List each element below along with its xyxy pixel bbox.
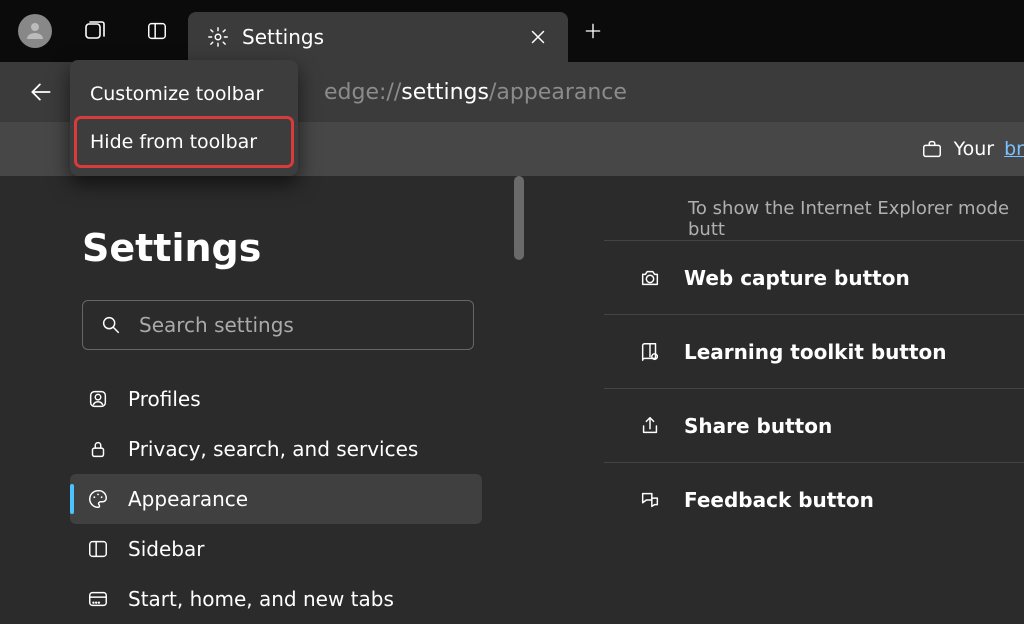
title-bar: Settings: [0, 0, 1024, 62]
scrollbar-thumb[interactable]: [514, 176, 524, 260]
nav-label: Profiles: [128, 387, 201, 411]
back-button[interactable]: [18, 69, 64, 115]
settings-sidebar: Settings Profiles Privacy, search, and s…: [0, 176, 520, 621]
row-share[interactable]: Share button: [604, 388, 1024, 462]
vertical-tabs-button[interactable]: [126, 0, 188, 62]
nav-profiles[interactable]: Profiles: [70, 374, 482, 424]
new-tab-button[interactable]: [568, 21, 618, 41]
row-label: Feedback button: [684, 488, 874, 512]
ctx-hide-from-toolbar[interactable]: Hide from toolbar: [76, 118, 292, 166]
browser-tab[interactable]: Settings: [188, 12, 568, 62]
page-title: Settings: [82, 226, 480, 270]
gear-icon: [206, 25, 230, 49]
close-icon[interactable]: [526, 25, 550, 49]
book-icon: [638, 340, 662, 364]
workspaces-button[interactable]: [64, 0, 126, 62]
nav-label: Privacy, search, and services: [128, 437, 418, 461]
search-input[interactable]: [139, 313, 457, 337]
nav-appearance[interactable]: Appearance: [70, 474, 482, 524]
infobar-text: Your: [954, 138, 995, 160]
search-icon: [99, 313, 123, 337]
window-icon: [86, 587, 110, 611]
row-feedback[interactable]: Feedback button: [604, 462, 1024, 536]
share-icon: [638, 414, 662, 438]
profile-icon: [86, 387, 110, 411]
url-prefix: edge://: [324, 80, 401, 105]
nav-label: Sidebar: [128, 537, 204, 561]
main-panel: To show the Internet Explorer mode butt …: [604, 176, 1024, 621]
infobar-link[interactable]: br: [1004, 138, 1024, 160]
profile-avatar[interactable]: [18, 14, 52, 48]
lock-icon: [86, 437, 110, 461]
feedback-icon: [638, 488, 662, 512]
ie-mode-hint: To show the Internet Explorer mode butt: [688, 198, 1024, 240]
row-learning-toolkit[interactable]: Learning toolkit button: [604, 314, 1024, 388]
content-area: Settings Profiles Privacy, search, and s…: [0, 176, 1024, 621]
nav-label: Appearance: [128, 487, 248, 511]
briefcase-icon: [920, 137, 944, 161]
row-web-capture[interactable]: Web capture button: [604, 240, 1024, 314]
camera-icon: [638, 266, 662, 290]
ctx-customize-toolbar[interactable]: Customize toolbar: [76, 70, 292, 118]
url-path-bold: settings: [401, 80, 489, 105]
row-label: Learning toolkit button: [684, 340, 947, 364]
url-text[interactable]: edge://settings/appearance: [324, 80, 627, 105]
context-menu: Customize toolbar Hide from toolbar: [70, 60, 298, 176]
nav-privacy[interactable]: Privacy, search, and services: [70, 424, 482, 474]
search-box[interactable]: [82, 300, 474, 350]
nav-label: Start, home, and new tabs: [128, 587, 394, 611]
palette-icon: [86, 487, 110, 511]
tab-title: Settings: [242, 25, 526, 49]
url-suffix: /appearance: [489, 80, 627, 105]
sidebar-icon: [86, 537, 110, 561]
nav-sidebar[interactable]: Sidebar: [70, 524, 482, 574]
nav-start[interactable]: Start, home, and new tabs: [70, 574, 482, 624]
row-label: Share button: [684, 414, 832, 438]
row-label: Web capture button: [684, 266, 910, 290]
